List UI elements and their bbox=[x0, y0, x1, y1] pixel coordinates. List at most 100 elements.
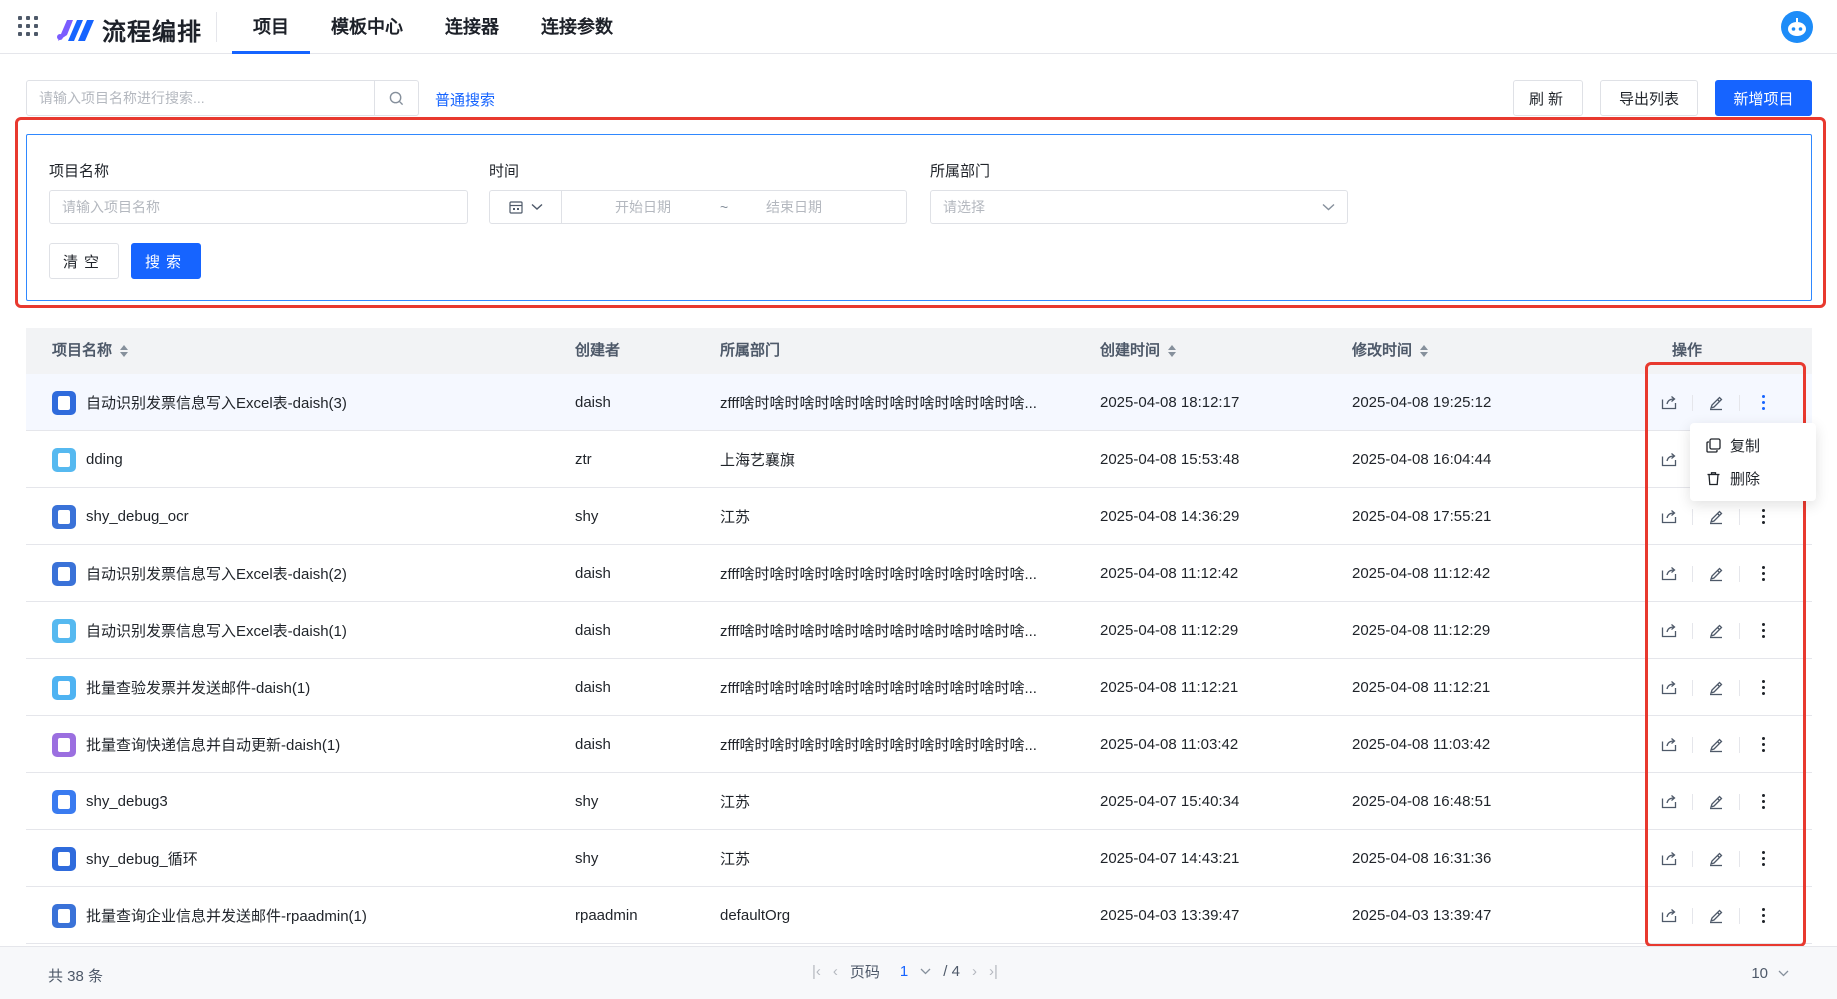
apps-grid-icon[interactable] bbox=[18, 16, 38, 36]
clear-filter-button[interactable]: 清空 bbox=[49, 243, 119, 279]
table-row[interactable]: shy_debug3 shy 江苏 2025-04-07 15:40:34 20… bbox=[26, 773, 1812, 830]
current-page-select[interactable]: 1 bbox=[900, 963, 908, 980]
table-row[interactable]: 自动识别发票信息写入Excel表-daish(1) daish zfff啥时啥时… bbox=[26, 602, 1812, 659]
prev-page-icon[interactable]: ‹ bbox=[833, 963, 838, 980]
table-row[interactable]: 自动识别发票信息写入Excel表-daish(2) daish zfff啥时啥时… bbox=[26, 545, 1812, 602]
edit-project-button[interactable] bbox=[1693, 773, 1739, 830]
edit-project-button[interactable] bbox=[1693, 545, 1739, 602]
chevron-down-icon[interactable] bbox=[920, 968, 931, 975]
project-name-cell[interactable]: dding bbox=[52, 431, 123, 488]
nav-tab-connectors[interactable]: 连接器 bbox=[424, 0, 520, 54]
start-date-placeholder[interactable]: 开始日期 bbox=[615, 197, 671, 217]
project-name[interactable]: 批量查询快递信息并自动更新-daish(1) bbox=[86, 734, 340, 755]
more-actions-button[interactable] bbox=[1740, 887, 1786, 944]
copy-icon bbox=[1706, 438, 1721, 453]
add-project-button[interactable]: 新增项目 bbox=[1715, 80, 1812, 116]
table-row[interactable]: 批量查询企业信息并发送邮件-rpaadmin(1) rpaadmin defau… bbox=[26, 887, 1812, 944]
export-project-button[interactable] bbox=[1646, 659, 1692, 716]
share-export-icon bbox=[1661, 681, 1677, 695]
date-range-picker[interactable]: 开始日期 ~ 结束日期 bbox=[489, 190, 907, 224]
project-name[interactable]: 批量查询企业信息并发送邮件-rpaadmin(1) bbox=[86, 905, 367, 926]
more-actions-button[interactable] bbox=[1740, 830, 1786, 887]
normal-search-link[interactable]: 普通搜索 bbox=[435, 89, 495, 110]
creator-cell: shy bbox=[575, 850, 599, 867]
project-name[interactable]: shy_debug_ocr bbox=[86, 508, 189, 525]
next-page-icon[interactable]: › bbox=[972, 963, 977, 980]
more-vertical-icon bbox=[1761, 623, 1765, 638]
nav-tab-projects[interactable]: 项目 bbox=[232, 0, 310, 54]
table-row[interactable]: 批量查询快递信息并自动更新-daish(1) daish zfff啥时啥时啥时啥… bbox=[26, 716, 1812, 773]
export-project-button[interactable] bbox=[1646, 488, 1692, 545]
modified-time-cell: 2025-04-03 13:39:47 bbox=[1352, 907, 1492, 924]
project-name-cell[interactable]: 自动识别发票信息写入Excel表-daish(1) bbox=[52, 602, 347, 659]
edit-project-button[interactable] bbox=[1693, 659, 1739, 716]
pager: |‹ ‹ 页码 1 / 4 › ›| bbox=[812, 961, 998, 982]
department-select[interactable]: 请选择 bbox=[930, 190, 1348, 224]
project-name-cell[interactable]: 批量查询快递信息并自动更新-daish(1) bbox=[52, 716, 340, 773]
nav-tab-templates[interactable]: 模板中心 bbox=[310, 0, 424, 54]
project-name[interactable]: 批量查验发票并发送邮件-daish(1) bbox=[86, 677, 310, 698]
project-name[interactable]: shy_debug3 bbox=[86, 793, 168, 810]
refresh-button[interactable]: 刷新 bbox=[1513, 80, 1583, 116]
edit-project-button[interactable] bbox=[1693, 830, 1739, 887]
table-row[interactable]: shy_debug_ocr shy 江苏 2025-04-08 14:36:29… bbox=[26, 488, 1812, 545]
col-header-created[interactable]: 创建时间 bbox=[1100, 328, 1177, 374]
col-header-modified[interactable]: 修改时间 bbox=[1352, 328, 1429, 374]
edit-project-button[interactable] bbox=[1693, 716, 1739, 773]
table-body: 自动识别发票信息写入Excel表-daish(3) daish zfff啥时啥时… bbox=[26, 374, 1812, 944]
export-project-button[interactable] bbox=[1646, 545, 1692, 602]
project-name-cell[interactable]: shy_debug_ocr bbox=[52, 488, 189, 545]
search-button[interactable] bbox=[374, 81, 418, 115]
user-avatar[interactable] bbox=[1781, 11, 1813, 43]
filter-search-button[interactable]: 搜索 bbox=[131, 243, 201, 279]
export-project-button[interactable] bbox=[1646, 374, 1692, 431]
nav-tab-connection-params[interactable]: 连接参数 bbox=[520, 0, 634, 54]
more-actions-button[interactable] bbox=[1740, 659, 1786, 716]
project-name-cell[interactable]: 自动识别发票信息写入Excel表-daish(2) bbox=[52, 545, 347, 602]
project-name[interactable]: 自动识别发票信息写入Excel表-daish(3) bbox=[86, 392, 347, 413]
project-name[interactable]: 自动识别发票信息写入Excel表-daish(2) bbox=[86, 563, 347, 584]
table-row[interactable]: 自动识别发票信息写入Excel表-daish(3) daish zfff啥时啥时… bbox=[26, 374, 1812, 431]
export-list-button[interactable]: 导出列表 bbox=[1600, 80, 1698, 116]
end-date-placeholder[interactable]: 结束日期 bbox=[766, 197, 822, 217]
first-page-icon[interactable]: |‹ bbox=[812, 963, 821, 980]
menu-item-copy[interactable]: 复制 bbox=[1690, 429, 1816, 462]
project-name[interactable]: shy_debug_循环 bbox=[86, 848, 198, 869]
edit-project-button[interactable] bbox=[1693, 887, 1739, 944]
project-name-cell[interactable]: shy_debug3 bbox=[52, 773, 168, 830]
more-actions-button[interactable] bbox=[1740, 602, 1786, 659]
project-name[interactable]: dding bbox=[86, 451, 123, 468]
export-project-button[interactable] bbox=[1646, 602, 1692, 659]
export-project-button[interactable] bbox=[1646, 830, 1692, 887]
export-project-button[interactable] bbox=[1646, 716, 1692, 773]
table-row[interactable]: 批量查验发票并发送邮件-daish(1) daish zfff啥时啥时啥时啥时啥… bbox=[26, 659, 1812, 716]
sort-icon[interactable] bbox=[120, 345, 129, 357]
table-row[interactable]: dding ztr 上海艺襄旗 2025-04-08 15:53:48 2025… bbox=[26, 431, 1812, 488]
page-size-select[interactable]: 10 bbox=[1751, 965, 1789, 982]
edit-project-button[interactable] bbox=[1693, 602, 1739, 659]
more-actions-button[interactable] bbox=[1740, 773, 1786, 830]
project-name-cell[interactable]: 批量查验发票并发送邮件-daish(1) bbox=[52, 659, 310, 716]
project-name-input[interactable] bbox=[50, 191, 467, 223]
more-actions-button[interactable] bbox=[1740, 545, 1786, 602]
project-name-cell[interactable]: 自动识别发票信息写入Excel表-daish(3) bbox=[52, 374, 347, 431]
project-type-icon bbox=[52, 561, 76, 586]
col-header-name[interactable]: 项目名称 bbox=[52, 328, 129, 374]
edit-pen-icon bbox=[1709, 795, 1723, 809]
export-project-button[interactable] bbox=[1646, 431, 1692, 488]
project-name-cell[interactable]: 批量查询企业信息并发送邮件-rpaadmin(1) bbox=[52, 887, 367, 944]
export-project-button[interactable] bbox=[1646, 773, 1692, 830]
table-row[interactable]: shy_debug_循环 shy 江苏 2025-04-07 14:43:21 … bbox=[26, 830, 1812, 887]
department-cell: zfff啥时啥时啥时啥时啥时啥时啥时啥时啥时啥... bbox=[720, 566, 1037, 583]
project-name-cell[interactable]: shy_debug_循环 bbox=[52, 830, 198, 887]
more-actions-button[interactable] bbox=[1740, 716, 1786, 773]
date-type-selector[interactable] bbox=[490, 191, 562, 223]
project-name[interactable]: 自动识别发票信息写入Excel表-daish(1) bbox=[86, 620, 347, 641]
last-page-icon[interactable]: ›| bbox=[989, 963, 998, 980]
sort-icon[interactable] bbox=[1420, 345, 1429, 357]
sort-icon[interactable] bbox=[1168, 345, 1177, 357]
menu-item-delete[interactable]: 删除 bbox=[1690, 462, 1816, 495]
export-project-button[interactable] bbox=[1646, 887, 1692, 944]
app-title: 流程编排 bbox=[102, 19, 202, 46]
project-search-input[interactable] bbox=[27, 81, 374, 115]
